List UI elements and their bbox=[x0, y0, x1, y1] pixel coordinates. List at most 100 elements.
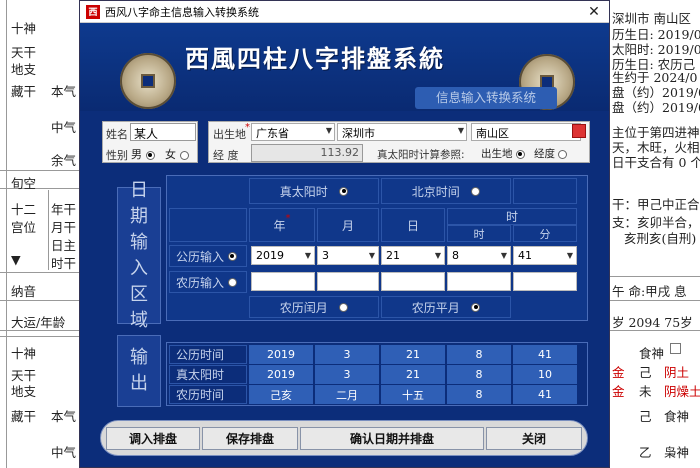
gender-female-option[interactable]: 女 bbox=[165, 146, 189, 162]
close-icon[interactable]: ✕ bbox=[579, 4, 609, 20]
name-label: 姓名 bbox=[106, 128, 128, 141]
birthplace-label: 出生地 bbox=[213, 128, 246, 141]
bg-right-cell: 未 bbox=[639, 384, 652, 399]
bg-sub: 余气 bbox=[51, 153, 77, 168]
section-char: 输 bbox=[130, 231, 148, 253]
title-bar[interactable]: 西 西风八字命主信息输入转换系统 ✕ bbox=[80, 1, 609, 23]
greg-hour-select[interactable]: 8 ▼ bbox=[447, 246, 511, 265]
name-input[interactable]: 某人 bbox=[130, 123, 196, 141]
bg-checkbox[interactable] bbox=[670, 343, 681, 354]
out-lunar-year-cell: 己亥 bbox=[249, 385, 313, 404]
lunar-month-select[interactable] bbox=[317, 272, 379, 291]
bg-sub: 中气 bbox=[51, 445, 77, 460]
lunar-leap-radio[interactable] bbox=[339, 302, 349, 312]
lunar-hour-select[interactable] bbox=[447, 272, 511, 291]
chevron-down-icon: ▼ bbox=[566, 251, 573, 260]
greg-year-select[interactable]: 2019 ▼ bbox=[251, 246, 315, 265]
out-lunar-day-cell: 十五 bbox=[381, 385, 445, 404]
lunar-input-option[interactable]: 农历输入 bbox=[169, 271, 247, 293]
out-solar-minute-cell: 10 bbox=[513, 365, 577, 384]
beijing-time-radio[interactable] bbox=[471, 186, 481, 196]
bg-label: ▼ bbox=[11, 252, 21, 267]
bg-sub: 日主 bbox=[51, 238, 77, 253]
import-chart-button[interactable]: 调入排盘 bbox=[106, 427, 200, 450]
lunar-day-select[interactable] bbox=[381, 272, 445, 291]
chevron-down-icon: ▼ bbox=[500, 251, 507, 260]
city-value: 深圳市 bbox=[342, 127, 375, 140]
locate-button[interactable] bbox=[572, 124, 586, 138]
section-char: 区 bbox=[130, 283, 148, 305]
greg-minute-select[interactable]: 41 ▼ bbox=[513, 246, 577, 265]
coin-left-icon bbox=[120, 53, 176, 109]
gender-male-option[interactable]: 男 bbox=[131, 146, 155, 162]
beijing-time-option[interactable]: 北京时间 bbox=[381, 178, 511, 204]
province-select[interactable]: 广东省 ▼ bbox=[251, 123, 335, 141]
longitude-label: 经 度 bbox=[213, 149, 239, 162]
solar-ref-longitude-option[interactable]: 经度 bbox=[534, 146, 568, 161]
gender-male-text: 男 bbox=[131, 148, 142, 161]
header-minute: 分 bbox=[513, 225, 577, 242]
lunar-normal-radio[interactable] bbox=[471, 302, 481, 312]
bg-sub: 中气 bbox=[51, 120, 77, 135]
greg-month-select[interactable]: 3 ▼ bbox=[317, 246, 379, 265]
bg-right-line: 日干支合有 0 个 bbox=[612, 155, 700, 170]
save-chart-button[interactable]: 保存排盘 bbox=[202, 427, 298, 450]
out-greg-minute-cell: 41 bbox=[513, 345, 577, 364]
lunar-leap-option[interactable]: 农历闰月 bbox=[249, 296, 379, 318]
bg-right-cell: 乙 bbox=[639, 445, 652, 460]
out-greg-month-cell: 3 bbox=[315, 345, 379, 364]
bg-label: 藏干 bbox=[11, 409, 37, 424]
solar-ref-longitude-radio[interactable] bbox=[558, 149, 568, 159]
section-char: 期 bbox=[130, 205, 148, 227]
solar-ref-label: 真太阳时计算参照: bbox=[377, 149, 465, 161]
gregorian-input-radio[interactable] bbox=[227, 251, 237, 261]
header-year-text: 年 bbox=[273, 218, 286, 233]
true-solar-option[interactable]: 真太阳时 bbox=[249, 178, 379, 204]
solar-ref-longitude-text: 经度 bbox=[534, 148, 555, 160]
bg-label: 藏干 bbox=[11, 84, 37, 99]
lunar-minute-select[interactable] bbox=[513, 272, 577, 291]
true-solar-text: 真太阳时 bbox=[279, 184, 328, 199]
header-month: 月 bbox=[317, 208, 379, 242]
solar-ref-birthplace-option[interactable]: 出生地 bbox=[481, 146, 525, 161]
bg-right-cell: 食神 bbox=[639, 346, 665, 361]
header-day: 日 bbox=[381, 208, 445, 242]
district-select[interactable]: 南山区▼ bbox=[471, 123, 581, 141]
section-char: 入 bbox=[130, 257, 148, 279]
solar-ref-birthplace-radio[interactable] bbox=[515, 149, 525, 159]
header-hour: 时 bbox=[447, 225, 511, 242]
true-solar-radio[interactable] bbox=[339, 186, 349, 196]
chevron-down-icon: ▼ bbox=[434, 251, 441, 260]
chevron-down-icon: ▼ bbox=[368, 251, 375, 260]
bg-right-line: 干：甲己中正合 bbox=[612, 197, 700, 212]
info-input-dialog: 西 西风八字命主信息输入转换系统 ✕ 西風四柱八字排盤系統 信息输入转换系统 姓… bbox=[79, 0, 610, 468]
bg-right-line: 岁 2094 75岁 bbox=[612, 315, 693, 330]
gregorian-input-option[interactable]: 公历输入 bbox=[169, 245, 247, 267]
gender-female-radio[interactable] bbox=[179, 150, 189, 160]
bg-label: 十神 bbox=[11, 21, 37, 36]
lunar-normal-option[interactable]: 农历平月 bbox=[381, 296, 511, 318]
lunar-input-radio[interactable] bbox=[227, 277, 237, 287]
out-solar-day-cell: 21 bbox=[381, 365, 445, 384]
city-select[interactable]: 深圳市 ▼ bbox=[337, 123, 467, 141]
bg-label: 十神 bbox=[11, 346, 37, 361]
greg-month-value: 3 bbox=[322, 249, 329, 262]
bg-label: 宫位 bbox=[11, 220, 37, 235]
banner-title: 西風四柱八字排盤系統 bbox=[185, 44, 445, 73]
bg-right-cell: 己 bbox=[639, 365, 652, 380]
bg-label: 旬空 bbox=[11, 176, 37, 191]
confirm-date-button[interactable]: 确认日期并排盘 bbox=[300, 427, 484, 450]
province-value: 广东省 bbox=[256, 127, 289, 140]
bg-label: 纳音 bbox=[11, 284, 37, 299]
bg-right-cell: 己 bbox=[639, 409, 652, 424]
greg-day-select[interactable]: 21 ▼ bbox=[381, 246, 445, 265]
out-greg-hour-cell: 8 bbox=[447, 345, 511, 364]
banner-subtitle: 信息输入转换系统 bbox=[415, 87, 557, 109]
close-button[interactable]: 关闭 bbox=[486, 427, 582, 450]
lunar-year-select[interactable] bbox=[251, 272, 315, 291]
out-lunar-minute-cell: 41 bbox=[513, 385, 577, 404]
bg-right-line: 亥刑亥(自刑) bbox=[624, 231, 697, 246]
gender-male-radio[interactable] bbox=[145, 150, 155, 160]
chevron-down-icon: ▼ bbox=[304, 251, 311, 260]
lunar-normal-text: 农历平月 bbox=[411, 300, 460, 315]
